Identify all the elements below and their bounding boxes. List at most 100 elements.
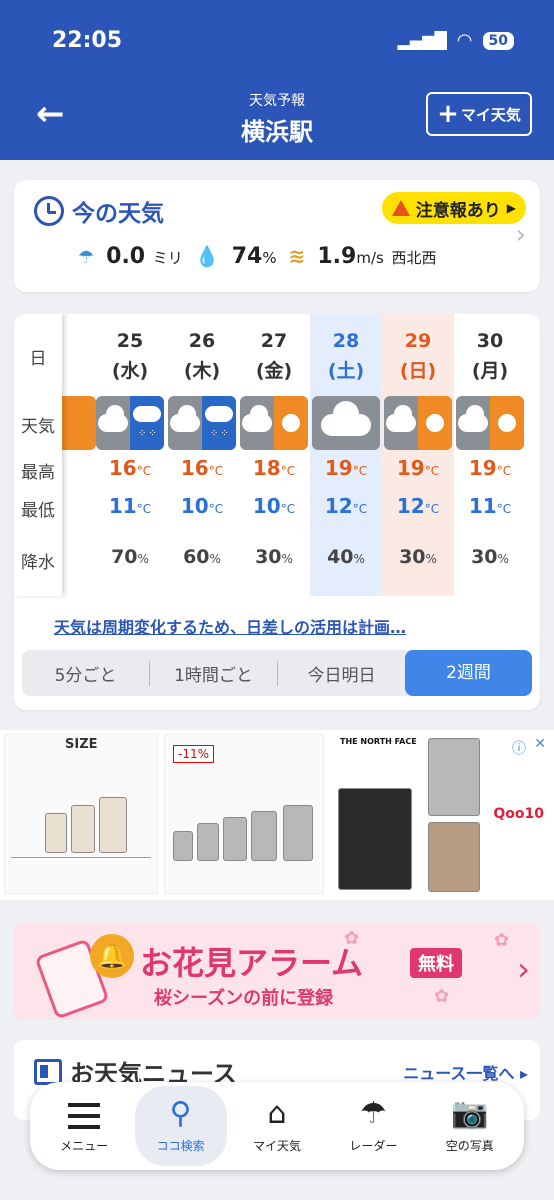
wind-direction: 西北西 (391, 249, 437, 267)
precip-value: 30 (255, 546, 282, 568)
nav-menu-label: メニュー (60, 1138, 109, 1153)
nav-my-weather[interactable]: ⌂ マイ天気 (231, 1086, 323, 1166)
forecast-day-column[interactable]: 25 (水) ⁘⁘ 16°C 11°C 70% (94, 314, 166, 596)
forecast-day-column[interactable]: 29 (日) 19°C 12°C 30% (382, 314, 454, 596)
ad-image-size-chart[interactable]: SIZE (4, 734, 158, 894)
tab-hourly[interactable]: 1時間ごと (150, 660, 278, 686)
low-temp-value: 10 (252, 494, 281, 518)
forecast-day-column[interactable]: 30 (月) 19°C 11°C 30% (454, 314, 526, 596)
forecast-notice-link[interactable]: 天気は周期変化するため、日差しの活用は計画… (54, 614, 514, 638)
precip-unit: % (497, 552, 509, 566)
forecast-weekday: (月) (471, 360, 509, 382)
temp-unit: °C (352, 502, 368, 516)
precip-unit: % (353, 552, 365, 566)
current-weather-card[interactable]: 今の天気 注意報あり ▶ › ☂ 0.0 ミリ 💧 74% ≋ 1.9m/s 西… (14, 180, 540, 292)
temp-unit: °C (208, 464, 224, 478)
chevron-right-icon: › (515, 220, 526, 250)
nav-menu[interactable]: メニュー (38, 1086, 130, 1166)
nav-sky-photos[interactable]: 📷 空の写真 (424, 1086, 516, 1166)
plus-icon: + (437, 99, 459, 129)
precip-value: 30 (399, 546, 426, 568)
temp-unit: °C (424, 464, 440, 478)
nav-radar-label: レーダー (349, 1138, 398, 1153)
temp-unit: °C (496, 502, 512, 516)
ad-image-frame-cases[interactable]: -11% (164, 734, 324, 894)
forecast-day-column[interactable]: 26 (木) ⁘⁘ 16°C 10°C 60% (166, 314, 238, 596)
tab-two-weeks[interactable]: 2週間 (405, 650, 532, 696)
ad-close-icon[interactable]: ✕ (534, 736, 546, 752)
forecast-weekday: (金) (255, 360, 293, 382)
newspaper-icon (34, 1058, 62, 1085)
menu-icon (68, 1099, 101, 1133)
caret-right-icon: ▶ (506, 201, 516, 215)
low-temp-value: 11 (108, 494, 137, 518)
forecast-precip: 30% (382, 546, 454, 568)
cloudy-sunny-icon (384, 396, 452, 450)
two-week-forecast-card: 日 天気 最高 最低 降水 25 (水) ⁘⁘ 16°C 11°C 70% 26 (木) ⁘⁘ 1… (14, 314, 540, 710)
chevron-right-icon: › (517, 950, 530, 988)
nav-radar[interactable]: ☂ レーダー (327, 1086, 419, 1166)
forecast-date: 28 (332, 330, 360, 352)
banner-subtitle: 桜シーズンの前に登録 (154, 988, 334, 1009)
sakura-icon: ✿ (434, 986, 450, 1007)
humidity-value: 74 (231, 244, 263, 269)
forecast-low-temp: 10°C (238, 494, 310, 518)
add-my-weather-label: マイ天気 (460, 105, 521, 124)
suitcase-image (251, 811, 277, 861)
news-list-link[interactable]: ニュース一覧へ ▸ (403, 1060, 528, 1084)
wind-value: 1.9 (317, 244, 357, 269)
wind-unit: m/s (356, 249, 384, 267)
cloudy-sunny-icon (456, 396, 524, 450)
add-my-weather-button[interactable]: + マイ天気 (426, 92, 532, 136)
suitcase-image (338, 788, 412, 890)
suitcase-image (428, 738, 480, 816)
home-icon: ⌂ (267, 1095, 287, 1131)
cloudy-rain-icon: ⁘⁘ (96, 396, 164, 450)
bottom-navigation: メニュー ⚲ ココ検索 ⌂ マイ天気 ☂ レーダー 📷 空の写真 (30, 1082, 524, 1170)
tab-5min[interactable]: 5分ごと (22, 660, 150, 686)
forecast-day-column[interactable]: 28 (土) 19°C 12°C 40% (310, 314, 382, 596)
suitcase-image (173, 831, 193, 861)
forecast-low-temp: 11°C (94, 494, 166, 518)
temp-unit: °C (280, 464, 296, 478)
current-weather-title: 今の天気 (72, 201, 164, 227)
rain-icon: ☂ (78, 247, 95, 268)
forecast-date: 26 (188, 330, 216, 352)
free-badge: 無料 (410, 948, 462, 978)
wind-icon: ≋ (288, 244, 306, 268)
forecast-weekday: (土) (327, 360, 365, 382)
warning-label: 注意報あり (415, 200, 501, 221)
high-temp-value: 19 (396, 456, 425, 480)
forecast-low-temp: 12°C (310, 494, 382, 518)
nav-search[interactable]: ⚲ ココ検索 (134, 1086, 227, 1166)
precip-unit: % (281, 552, 293, 566)
temp-unit: °C (496, 464, 512, 478)
search-icon: ⚲ (169, 1095, 192, 1131)
banner-title: お花見アラーム (140, 944, 364, 982)
news-list-label: ニュース一覧へ (403, 1064, 515, 1083)
high-temp-value: 19 (468, 456, 497, 480)
suitcase-image (223, 817, 247, 861)
warning-badge[interactable]: 注意報あり ▶ (381, 192, 526, 224)
precip-unit: % (137, 552, 149, 566)
low-temp-value: 10 (180, 494, 209, 518)
hanami-alarm-banner[interactable]: 🔔 お花見アラーム 無料 桜シーズンの前に登録 › ✿ ✿ ✿ (14, 922, 540, 1020)
ad-size-title: SIZE (65, 737, 98, 752)
suitcase-image (197, 823, 219, 861)
warning-icon (391, 200, 410, 216)
ad-image-north-face[interactable]: THE NORTH FACE Qoo10 ⓘ ✕ (330, 734, 552, 894)
forecast-precip: 40% (310, 546, 382, 568)
ad-info-icon[interactable]: ⓘ (512, 738, 526, 758)
row-label-day: 日 (29, 349, 47, 369)
forecast-date: 27 (260, 330, 288, 352)
cloudy-rain-icon: ⁘⁘ (168, 396, 236, 450)
forecast-high-temp: 19°C (382, 456, 454, 480)
ad-banner[interactable]: SIZE -11% THE NORTH FACE Qoo10 ⓘ ✕ (0, 730, 554, 900)
rain-value: 0.0 (106, 244, 146, 269)
discount-badge: -11% (173, 745, 215, 763)
forecast-day-column[interactable]: 27 (金) 18°C 10°C 30% (238, 314, 310, 596)
low-temp-value: 12 (396, 494, 425, 518)
tab-today-tomorrow[interactable]: 今日明日 (278, 661, 405, 686)
row-label-high: 最高 (21, 463, 55, 483)
precip-unit: % (425, 552, 437, 566)
